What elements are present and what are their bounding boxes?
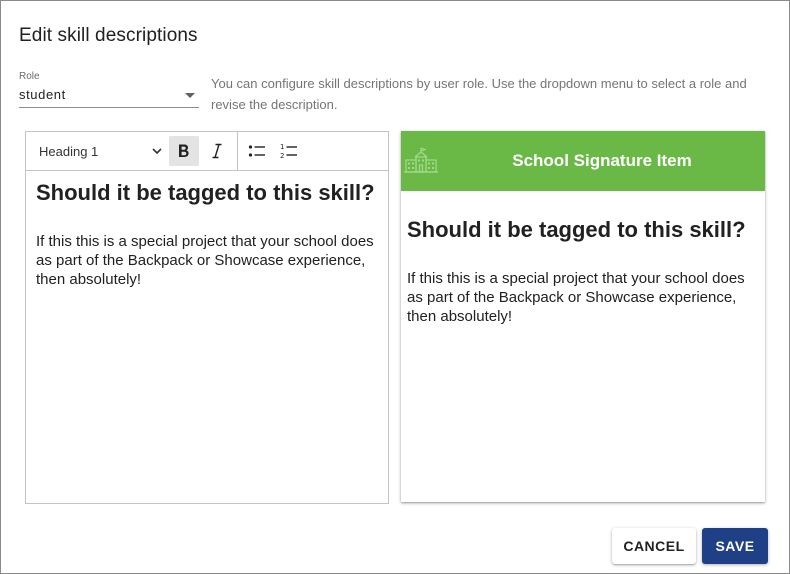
editor-paragraph: If this this is a special project that y… <box>36 233 374 288</box>
preview-content: Should it be tagged to this skill? If th… <box>407 217 747 326</box>
preview-heading: Should it be tagged to this skill? <box>407 217 746 242</box>
numbered-list-button[interactable]: 1 2 <box>274 136 304 166</box>
role-field: Role student <box>19 69 199 109</box>
bold-button[interactable] <box>169 136 199 166</box>
toolbar-divider <box>237 132 238 171</box>
block-format-dropdown[interactable]: Heading 1 <box>30 136 164 166</box>
preview-paragraph: If this this is a special project that y… <box>407 270 745 325</box>
numbered-list-icon: 1 2 <box>280 143 297 160</box>
dropdown-arrow-icon <box>185 93 195 98</box>
svg-text:1: 1 <box>280 143 284 151</box>
role-select-value: student <box>19 87 66 102</box>
edit-skill-descriptions-dialog: Edit skill descriptions Role student You… <box>0 0 790 574</box>
cancel-button[interactable]: CANCEL <box>612 528 696 564</box>
chevron-down-icon <box>152 148 162 155</box>
editor-heading: Should it be tagged to this skill? <box>36 180 375 205</box>
role-select[interactable]: student <box>19 86 199 108</box>
role-label: Role <box>19 71 40 82</box>
description-editor: Heading 1 1 2 Should it be tagged to thi… <box>25 131 389 504</box>
bold-icon <box>179 144 189 157</box>
svg-text:2: 2 <box>280 152 284 160</box>
italic-button[interactable] <box>202 136 232 166</box>
editor-toolbar: Heading 1 1 2 <box>26 132 388 171</box>
preview-card: School Signature Item Should it be tagge… <box>401 131 765 502</box>
preview-header-title: School Signature Item <box>512 151 692 170</box>
bulleted-list-button[interactable] <box>242 136 272 166</box>
bulleted-list-icon <box>248 145 265 157</box>
italic-icon <box>212 143 222 159</box>
dialog-title: Edit skill descriptions <box>19 25 198 46</box>
role-help-text: You can configure skill descriptions by … <box>211 76 747 112</box>
block-format-label: Heading 1 <box>39 144 99 159</box>
save-button[interactable]: SAVE <box>702 528 768 564</box>
preview-header: School Signature Item <box>401 131 765 191</box>
school-building-icon <box>404 147 438 173</box>
editor-content[interactable]: Should it be tagged to this skill? If th… <box>36 180 376 289</box>
